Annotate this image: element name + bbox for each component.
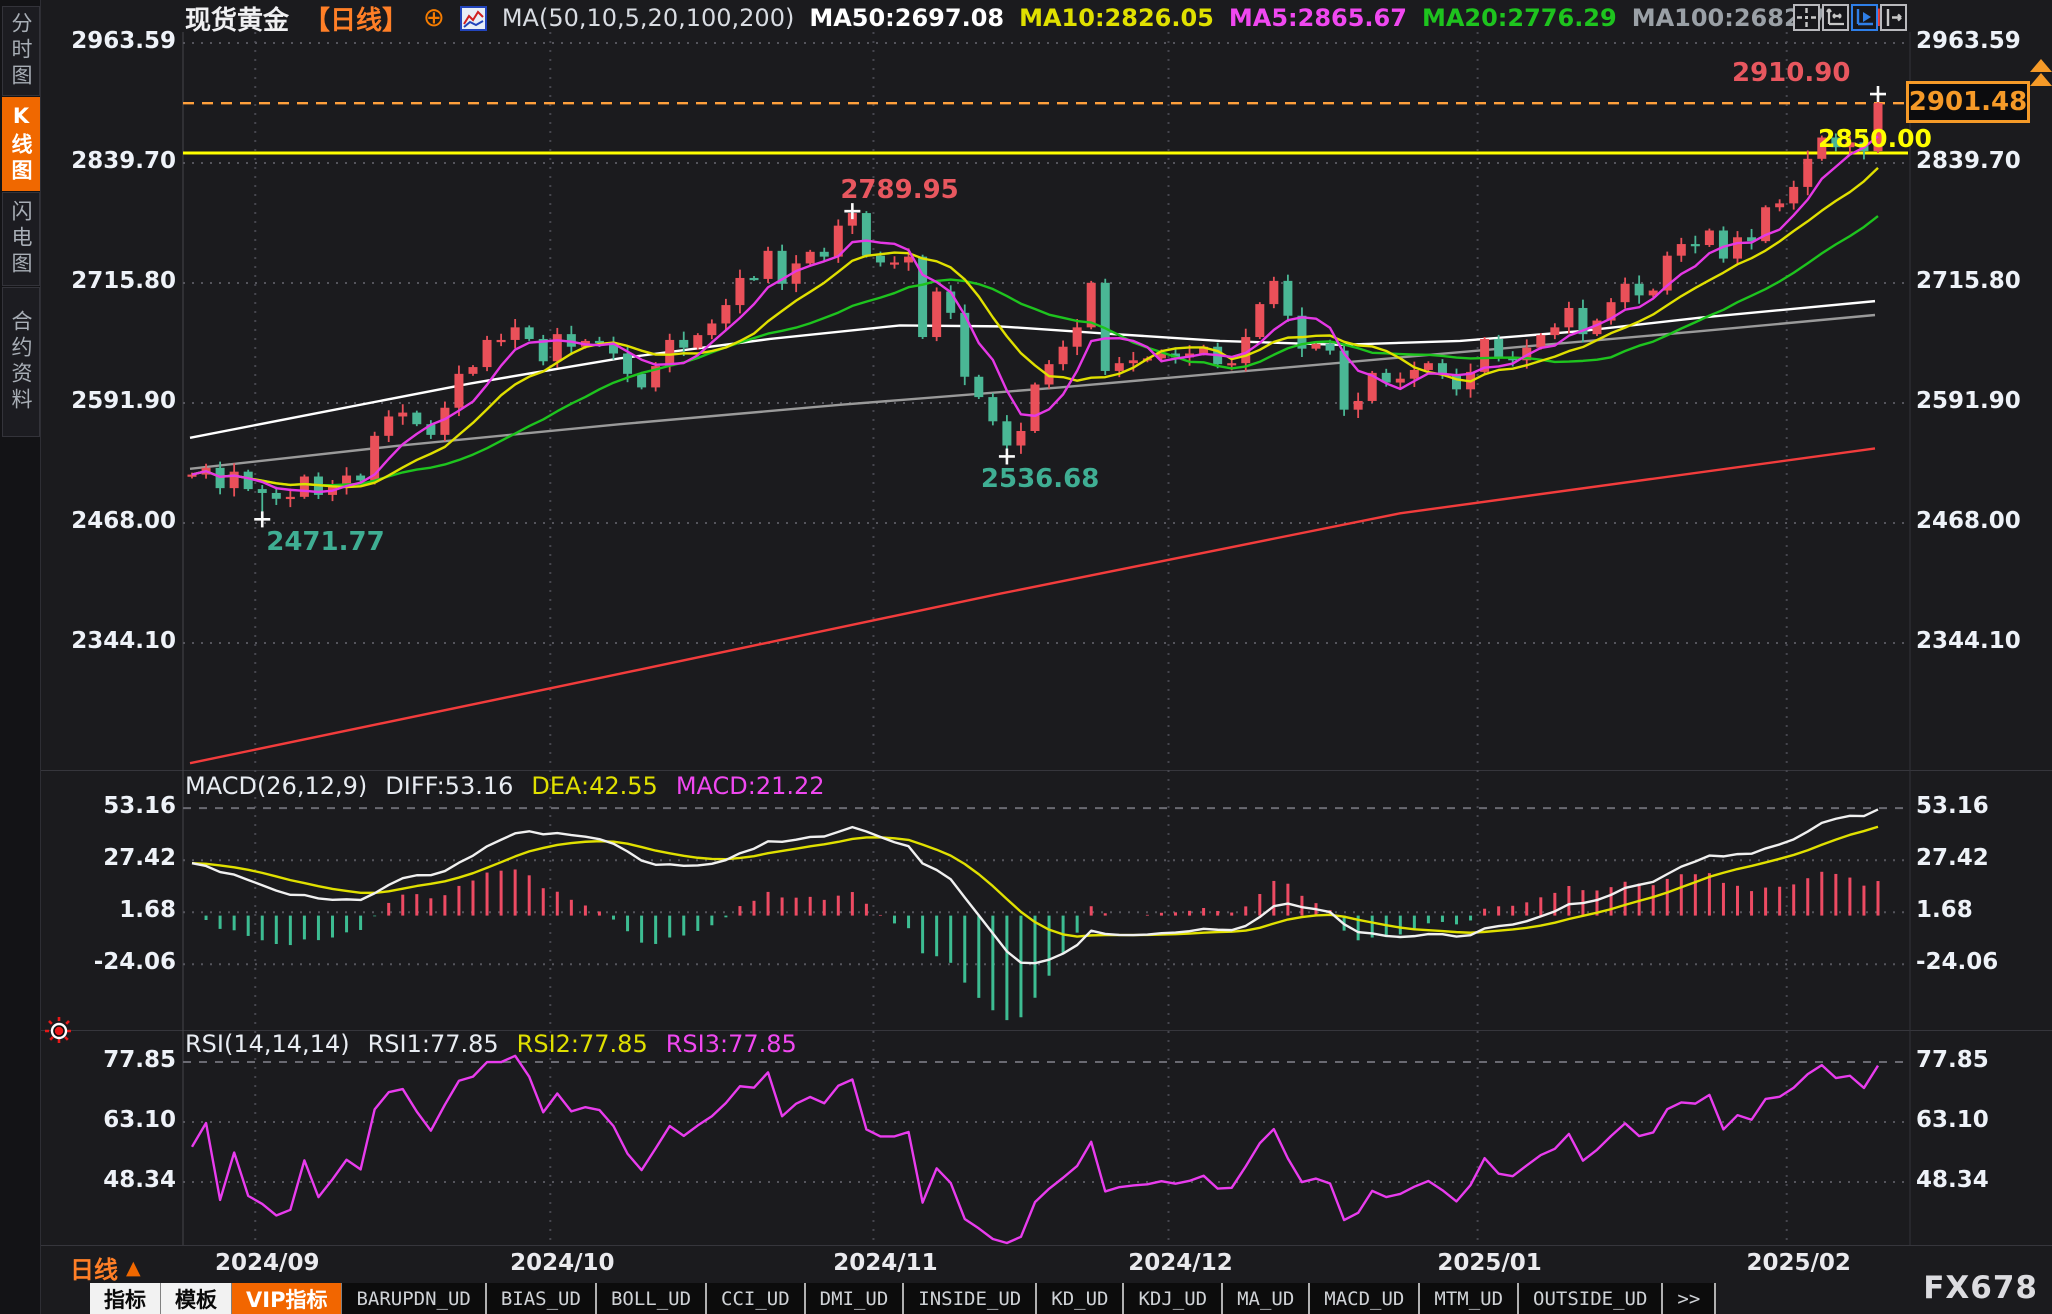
swing-high-label: 2910.90 (1732, 58, 1850, 88)
rsi-pane-header: RSI(14,14,14) RSI1:77.85 RSI2:77.85 RSI3… (185, 1030, 797, 1058)
price-axis-label: 2963.59 (1916, 28, 2052, 54)
rsi-axis-label: 63.10 (1916, 1107, 2052, 1133)
bottom-tab-cci_ud[interactable]: CCI_UD (707, 1283, 806, 1314)
bottom-tab-boll_ud[interactable]: BOLL_UD (597, 1283, 707, 1314)
rsi-title: RSI(14,14,14) (185, 1030, 350, 1058)
bottom-tab-outside_ud[interactable]: OUTSIDE_UD (1519, 1283, 1663, 1314)
indicator-tab-bar: 指标模板VIP指标BARUPDN_UDBIAS_UDBOLL_UDCCI_UDD… (90, 1283, 1716, 1314)
bottom-tab-kdj_ud[interactable]: KDJ_UD (1124, 1283, 1223, 1314)
auto-scroll-icon[interactable] (1851, 4, 1878, 31)
price-axis-label: 2468.00 (40, 508, 176, 534)
bottom-tab-指标[interactable]: 指标 (90, 1283, 161, 1314)
bottom-tab-模板[interactable]: 模板 (161, 1283, 232, 1314)
rsi-axis-label: 48.34 (40, 1167, 176, 1193)
swing-low-label: 2471.77 (266, 527, 384, 557)
price-axis-label: 2591.90 (1916, 388, 2052, 414)
macd-axis-label: 27.42 (40, 845, 176, 871)
bottom-tab-bias_ud[interactable]: BIAS_UD (487, 1283, 597, 1314)
time-axis-label: 2025/02 (1729, 1250, 1869, 1276)
period-selector-label: 日线 (70, 1250, 118, 1285)
price-axis-label: 2468.00 (1916, 508, 2052, 534)
price-axis-label: 2839.70 (40, 148, 176, 174)
trading-app: 分时图 K线图 闪电图 合约资料 现货黄金 【日线】 ⊕ MA(50,10,5,… (0, 0, 2052, 1314)
period-selector[interactable]: 日线 ▲ (70, 1250, 141, 1285)
bottom-tab-ma_ud[interactable]: MA_UD (1223, 1283, 1310, 1314)
sidebar-tab-kline-chart[interactable]: K线图 (2, 97, 40, 191)
macd-axis-label: 1.68 (1916, 897, 2052, 923)
bottom-tab-vip指标[interactable]: VIP指标 (232, 1283, 342, 1314)
bottom-tab-inside_ud[interactable]: INSIDE_UD (904, 1283, 1037, 1314)
indicator-alert-icon[interactable] (44, 1016, 74, 1046)
price-axis-label: 2715.80 (40, 268, 176, 294)
current-price-value: 2901.48 (1909, 87, 2027, 117)
bottom-tab-dmi_ud[interactable]: DMI_UD (806, 1283, 905, 1314)
time-axis-label: 2024/11 (815, 1250, 955, 1276)
symbol-name: 现货黄金 (185, 0, 289, 37)
chart-canvas[interactable] (0, 0, 2052, 1314)
rsi-axis-label: 77.85 (40, 1047, 176, 1073)
time-axis-label: 2024/12 (1111, 1250, 1251, 1276)
rsi2-value: RSI2:77.85 (517, 1030, 648, 1058)
price-axis-label: 2591.90 (40, 388, 176, 414)
horizontal-line-price-label: 2850.00 (1818, 124, 1932, 153)
rsi-axis-label: 63.10 (40, 1107, 176, 1133)
add-indicator-icon[interactable]: ⊕ (423, 5, 445, 31)
rsi1-value: RSI1:77.85 (368, 1030, 499, 1058)
rsi3-value: RSI3:77.85 (666, 1030, 797, 1058)
macd-macd-value: MACD:21.22 (676, 772, 825, 800)
snap-right-icon[interactable] (1880, 4, 1907, 31)
sidebar-tab-lightning-chart[interactable]: 闪电图 (2, 192, 40, 286)
macd-dea-value: DEA:42.55 (531, 772, 657, 800)
sidebar-tab-timeshare-chart[interactable]: 分时图 (2, 6, 40, 96)
chart-toolbar-icons (1793, 4, 1907, 31)
rsi-axis-label: 48.34 (1916, 1167, 2052, 1193)
macd-axis-label: 1.68 (40, 897, 176, 923)
price-axis-label: 2839.70 (1916, 148, 2052, 174)
macd-diff-value: DIFF:53.16 (385, 772, 513, 800)
watermark: FX678 (1923, 1270, 2038, 1306)
ma50-value: MA50:2697.08 (809, 4, 1004, 32)
ma20-value: MA20:2776.29 (1422, 4, 1617, 32)
current-price-box: 2901.48 (1906, 81, 2030, 123)
macd-axis-label: 53.16 (1916, 793, 2052, 819)
axis-scale-icon[interactable] (1822, 4, 1849, 31)
chart-type-icon[interactable] (460, 6, 487, 31)
swing-high-label: 2789.95 (840, 175, 958, 205)
bottom-tab-mtm_ud[interactable]: MTM_UD (1420, 1283, 1519, 1314)
time-axis: 日线 ▲ 2024/09 2024/10 2024/11 2024/12 2025/01… (40, 1245, 2052, 1284)
chart-header: 现货黄金 【日线】 ⊕ MA(50,10,5,20,100,200) MA50:… (185, 3, 1882, 33)
period-tag: 【日线】 (304, 0, 408, 37)
rsi-axis-label: 77.85 (1916, 1047, 2052, 1073)
bottom-tab-barupdn_ud[interactable]: BARUPDN_UD (342, 1283, 486, 1314)
price-axis-label: 2344.10 (1916, 628, 2052, 654)
macd-title: MACD(26,12,9) (185, 772, 367, 800)
swing-low-label: 2536.68 (981, 464, 1099, 494)
bottom-tab-kd_ud[interactable]: KD_UD (1037, 1283, 1124, 1314)
macd-pane-header: MACD(26,12,9) DIFF:53.16 DEA:42.55 MACD:… (185, 772, 825, 800)
time-axis-label: 2024/10 (492, 1250, 632, 1276)
ma10-value: MA10:2826.05 (1019, 4, 1214, 32)
time-axis-label: 2024/09 (197, 1250, 337, 1276)
price-axis-label: 2715.80 (1916, 268, 2052, 294)
pan-crosshair-icon[interactable] (1793, 4, 1820, 31)
sidebar-tab-contract-info[interactable]: 合约资料 (2, 287, 40, 437)
bottom-tab-macd_ud[interactable]: MACD_UD (1310, 1283, 1420, 1314)
period-selector-arrow-icon: ▲ (126, 1257, 141, 1279)
time-axis-label: 2025/01 (1420, 1250, 1560, 1276)
ma-settings-label: MA(50,10,5,20,100,200) (502, 4, 795, 32)
macd-axis-label: -24.06 (40, 949, 176, 975)
macd-axis-label: 53.16 (40, 793, 176, 819)
price-axis-label: 2963.59 (40, 28, 176, 54)
price-up-arrow-icon (2030, 59, 2052, 99)
macd-axis-label: 27.42 (1916, 845, 2052, 871)
price-axis-label: 2344.10 (40, 628, 176, 654)
more-indicators-button[interactable]: >> (1663, 1283, 1716, 1314)
ma5-value: MA5:2865.67 (1229, 4, 1407, 32)
sidebar: 分时图 K线图 闪电图 合约资料 (0, 0, 41, 1314)
macd-axis-label: -24.06 (1916, 949, 2052, 975)
